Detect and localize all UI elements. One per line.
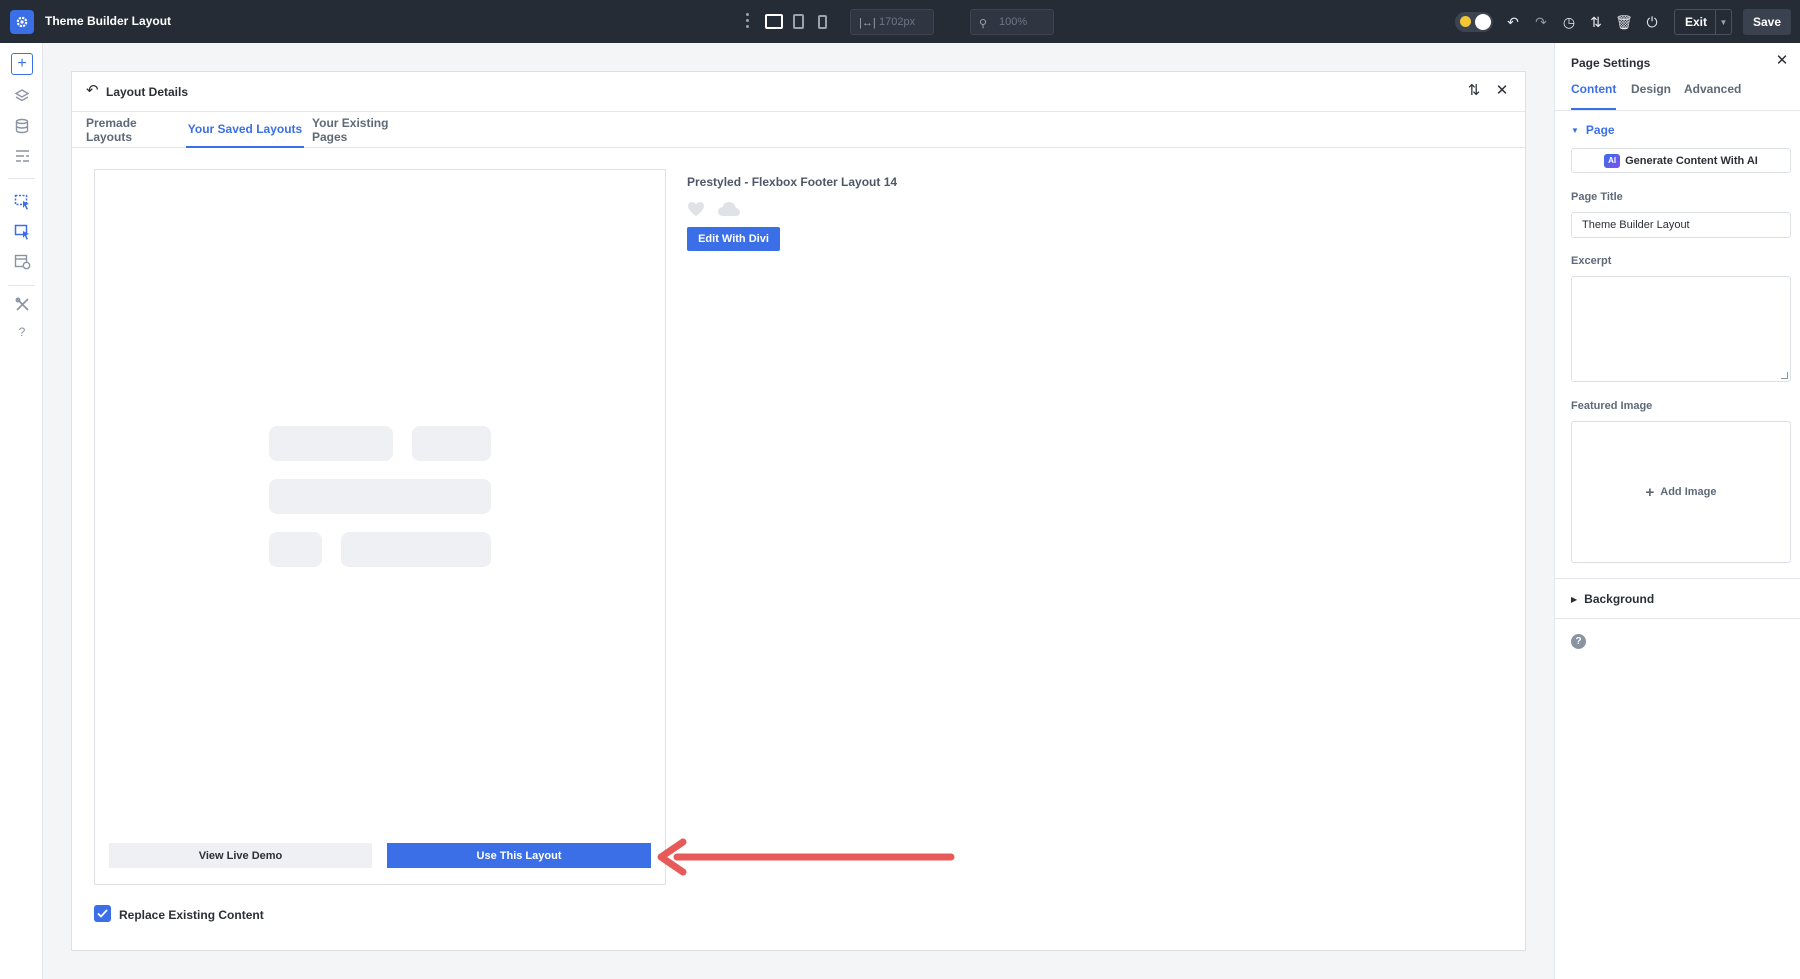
page-section-toggle[interactable]: ▼ Page (1571, 123, 1615, 137)
featured-image-dropzone[interactable]: + Add Image (1571, 421, 1791, 563)
zoom-input[interactable]: ⚲ 100% (970, 9, 1054, 35)
tab-advanced[interactable]: Advanced (1684, 82, 1741, 110)
cloud-icon[interactable] (717, 201, 741, 217)
database-icon[interactable] (11, 115, 33, 137)
page-section-label: Page (1586, 123, 1615, 137)
layout-tabs: Premade Layouts Your Saved Layouts Your … (72, 112, 1525, 148)
close-icon[interactable]: ✕ (1774, 53, 1790, 69)
page-settings-panel: Page Settings ✕ Content Design Advanced … (1554, 43, 1800, 979)
view-live-demo-button[interactable]: View Live Demo (109, 843, 372, 868)
tab-premade-layouts[interactable]: Premade Layouts (86, 112, 180, 148)
use-this-layout-button[interactable]: Use This Layout (387, 843, 651, 868)
triangle-down-icon: ▼ (1571, 126, 1579, 135)
page-settings-icon[interactable] (11, 251, 33, 273)
background-section-toggle[interactable]: ▶ Background (1571, 592, 1654, 606)
template-select-icon[interactable] (11, 221, 33, 243)
add-image-label: Add Image (1660, 486, 1716, 498)
power-icon[interactable]: ⏻ (1643, 13, 1661, 31)
help-icon[interactable]: ? (11, 321, 33, 343)
zoom-value: 100% (999, 16, 1027, 28)
top-toolbar: Theme Builder Layout |↔| 1702px ⚲ 100% ↶… (0, 0, 1800, 43)
checkmark-icon (97, 909, 108, 918)
featured-image-label: Featured Image (1571, 400, 1652, 412)
close-icon[interactable]: ✕ (1493, 82, 1511, 100)
sort-arrows-icon[interactable]: ⇅ (1465, 82, 1483, 100)
replace-content-checkbox[interactable] (94, 905, 111, 922)
search-icon: ⚲ (979, 17, 987, 30)
toggle-knob (1475, 14, 1491, 30)
rail-divider (8, 285, 35, 286)
redo-icon[interactable]: ↷ (1532, 13, 1550, 31)
ai-icon: AI (1604, 154, 1620, 168)
page-title-label: Page Title (1571, 191, 1623, 203)
tabs-divider (1555, 110, 1800, 111)
resize-handle[interactable] (1781, 372, 1788, 379)
sun-icon (1460, 16, 1471, 27)
modal-header: ↶ Layout Details ⇅ ✕ (72, 72, 1525, 112)
layers-icon[interactable] (11, 85, 33, 107)
tools-icon[interactable] (11, 293, 33, 315)
layout-name: Prestyled - Flexbox Footer Layout 14 (687, 175, 897, 189)
excerpt-label: Excerpt (1571, 255, 1611, 267)
rail-divider (8, 178, 35, 179)
placeholder-block (412, 426, 491, 461)
excerpt-textarea[interactable] (1571, 276, 1791, 382)
back-arrow-icon[interactable]: ↶ (86, 83, 102, 99)
edit-with-divi-button[interactable]: Edit With Divi (687, 227, 780, 251)
tab-your-saved-layouts[interactable]: Your Saved Layouts (186, 112, 304, 148)
exit-button[interactable]: Exit ▼ (1674, 9, 1732, 35)
ai-button-label: Generate Content With AI (1625, 155, 1758, 167)
theme-builder-icon[interactable] (11, 191, 33, 213)
tab-your-existing-pages[interactable]: Your Existing Pages (312, 112, 422, 148)
gear-icon[interactable] (10, 10, 34, 34)
replace-content-label: Replace Existing Content (119, 908, 264, 922)
exit-button-label: Exit (1685, 15, 1707, 29)
plus-icon[interactable]: + (11, 53, 33, 75)
canvas-width-value: 1702px (879, 16, 915, 28)
modal-title: Layout Details (106, 85, 188, 99)
canvas-width-input[interactable]: |↔| 1702px (850, 9, 934, 35)
left-rail: + ? (0, 43, 43, 979)
undo-icon[interactable]: ↶ (1504, 13, 1522, 31)
placeholder-block (269, 426, 393, 461)
save-button[interactable]: Save (1743, 9, 1791, 35)
phone-view-icon[interactable] (818, 15, 827, 29)
placeholder-block (269, 532, 322, 567)
layout-details-modal: ↶ Layout Details ⇅ ✕ Premade Layouts You… (71, 71, 1526, 951)
panel-title: Page Settings (1571, 56, 1650, 70)
annotation-arrow (655, 838, 955, 878)
tab-content[interactable]: Content (1571, 82, 1616, 110)
list-icon[interactable] (11, 145, 33, 167)
plus-icon: + (1646, 484, 1655, 501)
help-icon[interactable]: ? (1571, 634, 1586, 649)
desktop-view-icon[interactable] (765, 14, 783, 29)
tablet-view-icon[interactable] (793, 14, 804, 29)
sort-arrows-icon[interactable]: ⇅ (1587, 13, 1605, 31)
placeholder-block (341, 532, 491, 567)
section-divider (1555, 618, 1800, 619)
app-title: Theme Builder Layout (45, 14, 171, 28)
page-title-input[interactable]: Theme Builder Layout (1571, 212, 1791, 238)
generate-content-ai-button[interactable]: AI Generate Content With AI (1571, 148, 1791, 173)
trash-icon[interactable]: 🗑 (1615, 13, 1633, 31)
theme-toggle[interactable] (1455, 12, 1493, 32)
tab-design[interactable]: Design (1631, 82, 1671, 110)
chevron-down-icon[interactable]: ▼ (1715, 10, 1731, 34)
placeholder-block (269, 479, 491, 514)
layout-preview: View Live Demo Use This Layout (94, 169, 666, 885)
heart-icon[interactable] (687, 201, 705, 217)
more-vertical-icon[interactable] (746, 13, 750, 29)
history-icon[interactable]: ◷ (1560, 13, 1578, 31)
triangle-right-icon: ▶ (1571, 595, 1577, 604)
section-divider (1555, 578, 1800, 579)
background-section-label: Background (1584, 592, 1654, 606)
width-arrows-icon: |↔| (859, 17, 876, 29)
